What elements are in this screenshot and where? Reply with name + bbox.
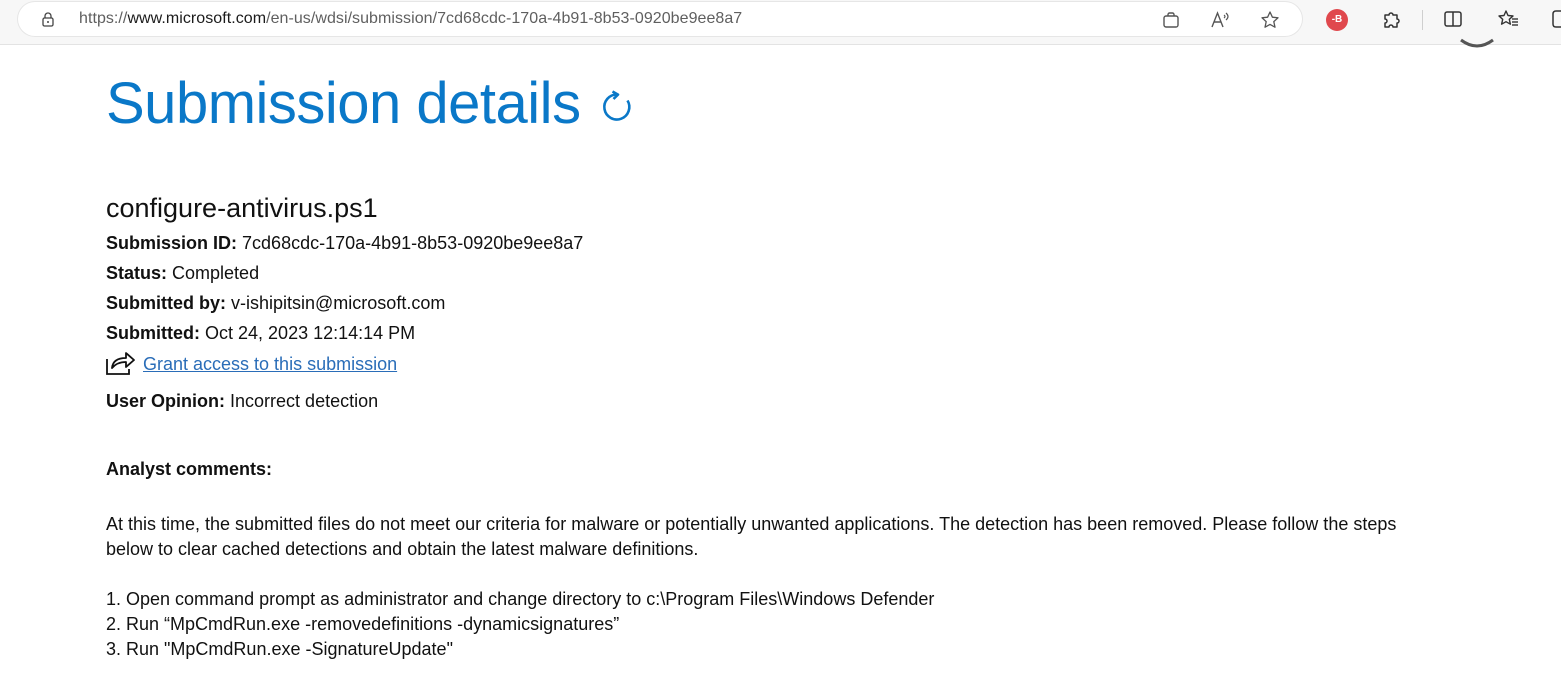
submission-id-value: 7cd68cdc-170a-4b91-8b53-0920be9ee8a7 [242, 233, 584, 253]
refresh-icon[interactable] [599, 89, 635, 125]
copilot-icon[interactable] [1550, 8, 1561, 30]
status-value: Completed [172, 263, 260, 283]
submitted-by-value: v-ishipitsin@microsoft.com [231, 293, 446, 313]
page-title: Submission details [106, 71, 581, 136]
analyst-paragraph-line2: below to clear cached detections and obt… [106, 539, 699, 559]
url-prefix: https:// [79, 10, 128, 27]
split-screen-icon[interactable] [1442, 8, 1464, 30]
read-aloud-icon[interactable] [1210, 10, 1230, 30]
url-path: /en-us/wdsi/submission/7cd68cdc-170a-4b9… [266, 10, 743, 27]
step-1: 1. Open command prompt as administrator … [106, 589, 935, 609]
share-icon[interactable] [105, 347, 137, 377]
analyst-comments-heading: Analyst comments: [106, 459, 273, 479]
user-opinion-label: User Opinion: [106, 391, 226, 411]
extension-badge-icon[interactable]: -B [1326, 9, 1348, 31]
status-row: Status: Completed [106, 263, 259, 284]
title-row: Submission details [106, 70, 635, 142]
status-label: Status: [106, 263, 168, 283]
analyst-paragraph-line1: At this time, the submitted files do not… [106, 514, 1397, 534]
url-host: www.microsoft.com [127, 10, 267, 27]
favorite-star-icon[interactable] [1260, 10, 1280, 30]
extensions-puzzle-icon[interactable] [1381, 8, 1403, 30]
submitted-label: Submitted: [106, 323, 200, 343]
submitted-by-label: Submitted by: [106, 293, 226, 313]
submitted-value: Oct 24, 2023 12:14:14 PM [205, 323, 416, 343]
url-text[interactable]: https://www.microsoft.com/en-us/wdsi/sub… [79, 10, 742, 28]
user-opinion-value: Incorrect detection [230, 391, 379, 411]
toolbar-divider [1422, 10, 1423, 30]
shopping-icon[interactable] [1161, 10, 1181, 30]
submitted-by-row: Submitted by: v-ishipitsin@microsoft.com [106, 293, 445, 314]
address-bar[interactable]: https://www.microsoft.com/en-us/wdsi/sub… [18, 2, 1302, 36]
lock-icon[interactable] [40, 11, 56, 27]
file-name: configure-antivirus.ps1 [106, 193, 378, 223]
favorites-icon[interactable] [1497, 8, 1519, 30]
profile-avatar-edge [1460, 38, 1494, 48]
submission-id-row: Submission ID: 7cd68cdc-170a-4b91-8b53-0… [106, 233, 583, 254]
user-opinion-row: User Opinion: Incorrect detection [106, 391, 378, 412]
step-3: 3. Run "MpCmdRun.exe -SignatureUpdate" [106, 639, 453, 659]
browser-toolbar: https://www.microsoft.com/en-us/wdsi/sub… [0, 0, 1561, 45]
step-2: 2. Run “MpCmdRun.exe -removedefinitions … [106, 614, 620, 634]
submitted-row: Submitted: Oct 24, 2023 12:14:14 PM [106, 323, 415, 344]
grant-access-link[interactable]: Grant access to this submission [143, 354, 397, 375]
submission-id-label: Submission ID: [106, 233, 238, 253]
